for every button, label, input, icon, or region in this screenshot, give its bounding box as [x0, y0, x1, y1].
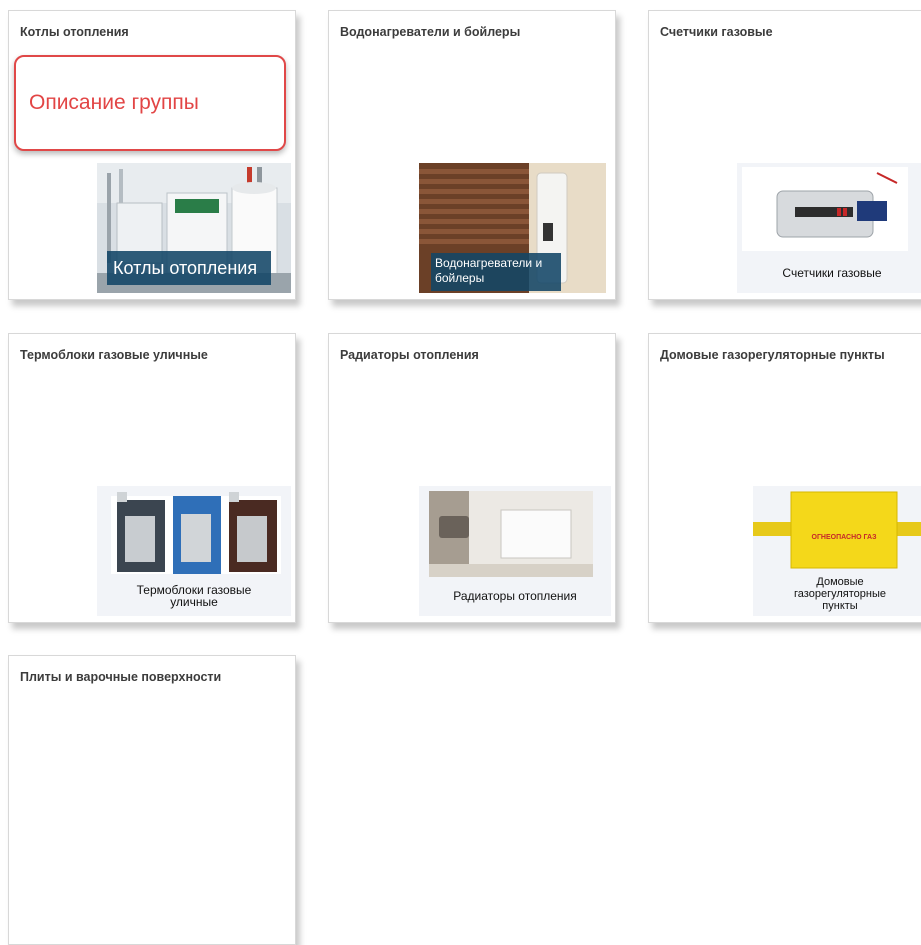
image-label-text: Котлы отопления [113, 258, 258, 278]
category-image[interactable]: Счетчики газовые [737, 163, 921, 293]
warning-box-text: ОГНЕОПАСНО ГАЗ [811, 534, 877, 541]
category-title[interactable]: Водонагреватели и бойлеры [340, 25, 520, 39]
image-label-text: Водонагреватели и бойлеры [435, 256, 543, 285]
image-label-text: Радиаторы отопления [453, 589, 577, 603]
image-label-text: Счетчики газовые [782, 266, 882, 280]
category-image[interactable]: ОГНЕОПАСНО ГАЗ Домовые газорегуляторные … [753, 486, 921, 616]
category-title[interactable]: Радиаторы отопления [340, 348, 479, 362]
category-image-label: Котлы отопления [107, 251, 271, 285]
group-description-text: Описание группы [29, 91, 199, 114]
category-card-radiators[interactable]: Радиаторы отопления Радиаторы отопления [328, 333, 616, 623]
category-title[interactable]: Счетчики газовые [660, 25, 773, 39]
image-label-text: Домовые газорегуляторные пункты [794, 576, 886, 612]
category-image[interactable]: Радиаторы отопления [419, 486, 611, 616]
category-card-water-heaters[interactable]: Водонагреватели и бойлеры Водонагревател… [328, 10, 616, 300]
group-description-callout: Описание группы [14, 55, 286, 151]
category-image[interactable]: Водонагреватели и бойлеры [419, 163, 606, 293]
category-image[interactable]: Котлы отопления [97, 163, 291, 293]
category-title[interactable]: Плиты и варочные поверхности [20, 670, 221, 684]
category-title[interactable]: Котлы отопления [20, 25, 129, 39]
category-image[interactable]: Термоблоки газовые уличные [97, 486, 291, 616]
category-card-gas-meters[interactable]: Счетчики газовые Счетчики газовые [648, 10, 921, 300]
category-card-boilers[interactable]: Котлы отопления Котлы отопления Описание… [8, 10, 296, 300]
category-image-label: Водонагреватели и бойлеры [431, 253, 561, 291]
category-title[interactable]: Термоблоки газовые уличные [20, 348, 208, 362]
image-label-text: Термоблоки газовые уличные [136, 583, 252, 609]
category-title[interactable]: Домовые газорегуляторные пункты [660, 348, 885, 362]
category-card-gas-regulators[interactable]: Домовые газорегуляторные пункты ОГНЕОПАС… [648, 333, 921, 623]
category-card-cookers[interactable]: Плиты и варочные поверхности [8, 655, 296, 945]
category-card-thermoblocks[interactable]: Термоблоки газовые уличные Термоблоки га… [8, 333, 296, 623]
